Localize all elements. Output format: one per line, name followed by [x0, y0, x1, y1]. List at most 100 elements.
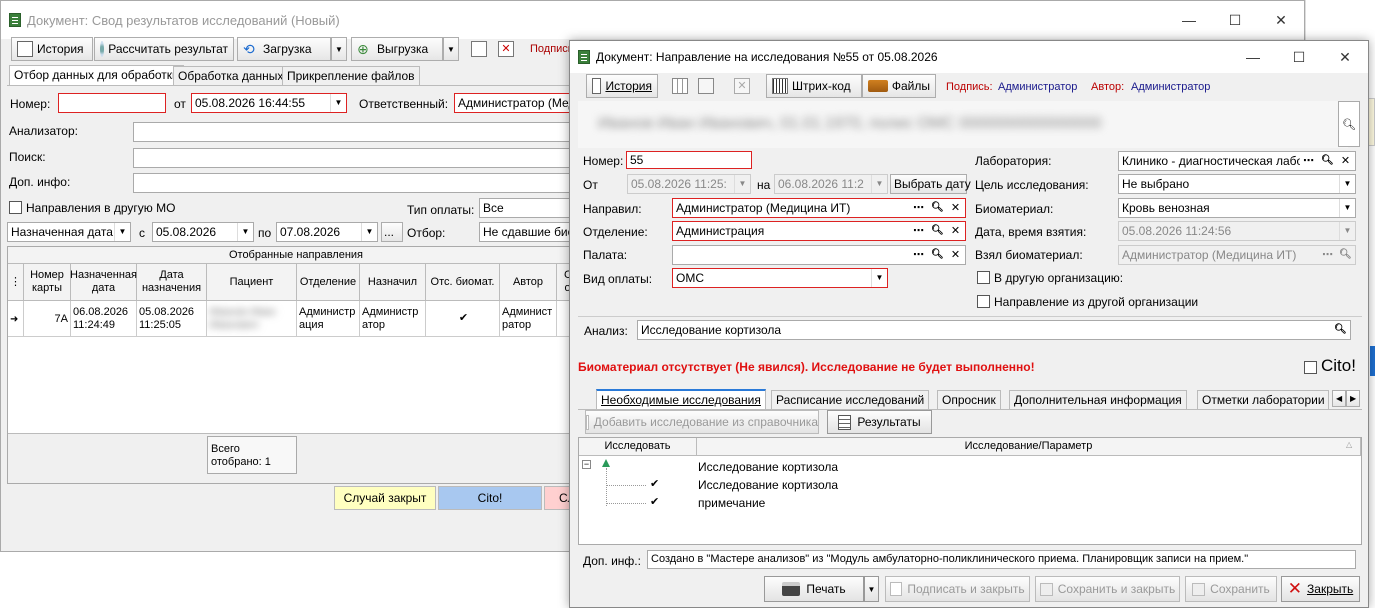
- tab-required-studies[interactable]: Необходимые исследования: [596, 389, 766, 410]
- search-icon[interactable]: 🔍︎: [929, 200, 946, 216]
- tab-additional-info[interactable]: Дополнительная информация: [1009, 390, 1187, 410]
- tree-header-check[interactable]: Исследовать: [579, 438, 697, 456]
- date-from-input[interactable]: 05.08.2026 ▼: [152, 222, 254, 242]
- tabs-scroll-right[interactable]: ▶: [1346, 390, 1360, 407]
- grid-header-appointed[interactable]: Дата назначения: [137, 264, 207, 301]
- analyzer-input[interactable]: [133, 122, 585, 142]
- grid-header-no-biomat[interactable]: Отс. биомат.: [426, 264, 500, 301]
- from-org-checkbox[interactable]: [977, 295, 990, 308]
- minimize-icon[interactable]: —: [1166, 1, 1212, 39]
- list-check-icon[interactable]: [471, 41, 487, 57]
- chevron-down-icon[interactable]: ▼: [237, 223, 253, 241]
- tab-file-attach[interactable]: Прикрепление файлов: [282, 66, 420, 86]
- grid-cell-assigned[interactable]: 06.08.2026 11:24:49: [71, 301, 137, 337]
- grid-icon[interactable]: [672, 78, 688, 94]
- grid-cell-no-biomat[interactable]: ✔: [426, 301, 500, 337]
- dialog-number-input[interactable]: 55: [626, 151, 752, 169]
- department-input[interactable]: Администрация ⋯ 🔍︎ ✕: [672, 221, 966, 241]
- chevron-down-icon[interactable]: ▼: [1339, 199, 1355, 217]
- grid-header-department[interactable]: Отделение: [297, 264, 360, 301]
- study-checkbox-check-icon[interactable]: ✔: [650, 477, 659, 490]
- other-org-checkbox[interactable]: [977, 271, 990, 284]
- files-button[interactable]: Файлы: [862, 74, 936, 98]
- print-button[interactable]: Печать: [764, 576, 864, 602]
- grid-cell-appointed[interactable]: 05.08.2026 11:25:05: [137, 301, 207, 337]
- history-button[interactable]: История: [11, 37, 93, 61]
- dialog-history-button[interactable]: История: [586, 74, 658, 98]
- close-icon[interactable]: ✕: [1322, 41, 1368, 73]
- period-picker-button[interactable]: ...: [381, 222, 403, 242]
- results-button[interactable]: Результаты: [827, 410, 932, 434]
- table-row[interactable]: ➜: [8, 301, 24, 337]
- tree-collapse-icon[interactable]: −: [582, 460, 591, 469]
- tab-schedule[interactable]: Расписание исследований: [771, 390, 930, 410]
- tree-row-study[interactable]: Исследование кортизола: [698, 477, 838, 493]
- date-to-input[interactable]: 07.08.2026 ▼: [276, 222, 378, 242]
- calculate-result-button[interactable]: Рассчитать результат: [94, 37, 234, 61]
- search-input[interactable]: [133, 148, 585, 168]
- grid-cell-card[interactable]: 7А: [24, 301, 71, 337]
- tab-data-processing[interactable]: Обработка данных: [173, 66, 289, 86]
- chevron-down-icon[interactable]: ▼: [330, 94, 346, 112]
- ward-input[interactable]: ⋯ 🔍︎ ✕: [672, 245, 966, 265]
- number-input[interactable]: [58, 93, 166, 113]
- other-mo-checkbox[interactable]: [9, 201, 22, 214]
- ellipsis-icon[interactable]: ⋯: [910, 247, 927, 263]
- search-icon[interactable]: 🔍︎: [929, 223, 946, 239]
- grid-header-doctor[interactable]: Назначил: [360, 264, 426, 301]
- clear-icon[interactable]: ✕: [947, 200, 964, 216]
- tab-questionnaire[interactable]: Опросник: [937, 390, 1001, 410]
- list-cross-icon[interactable]: ✕: [498, 41, 514, 57]
- patient-search-button[interactable]: 🔍︎: [1338, 101, 1360, 147]
- no-biomat-checkbox[interactable]: ✔: [457, 313, 470, 326]
- date-type-select[interactable]: Назначенная дата ▼: [7, 222, 131, 242]
- tree-row-note[interactable]: примечание: [698, 495, 765, 511]
- ellipsis-icon[interactable]: ⋯: [1300, 153, 1317, 169]
- list-cross-icon[interactable]: ✕: [734, 78, 750, 94]
- chevron-down-icon[interactable]: ▼: [361, 223, 377, 241]
- extra-info-input[interactable]: [133, 173, 585, 193]
- load-dropdown[interactable]: ▼: [331, 37, 347, 61]
- grid-cell-patient[interactable]: Иванов Иван Иванович: [207, 301, 297, 337]
- grid-cell-author[interactable]: Администратор: [500, 301, 557, 337]
- search-icon[interactable]: 🔍︎: [1319, 153, 1336, 169]
- analysis-input[interactable]: Исследование кортизола 🔍︎: [637, 320, 1351, 340]
- dialog-extra-input[interactable]: Создано в "Мастере анализов" из "Модуль …: [647, 550, 1356, 569]
- cito-checkbox[interactable]: [1304, 361, 1317, 374]
- close-button[interactable]: ✕ Закрыть: [1281, 576, 1360, 602]
- unload-dropdown[interactable]: ▼: [443, 37, 459, 61]
- from-date-input[interactable]: 05.08.2026 16:44:55 ▼: [191, 93, 347, 113]
- list-check-icon[interactable]: [698, 78, 714, 94]
- tab-data-selection[interactable]: Отбор данных для обработки: [9, 65, 184, 86]
- print-dropdown[interactable]: ▼: [864, 576, 879, 602]
- grid-cell-doctor[interactable]: Администратор: [360, 301, 426, 337]
- chevron-down-icon[interactable]: ▼: [871, 269, 887, 287]
- grid-cell-department[interactable]: Администрация: [297, 301, 360, 337]
- ellipsis-icon[interactable]: ⋯: [910, 223, 927, 239]
- barcode-button[interactable]: Штрих-код: [766, 74, 862, 98]
- chevron-down-icon[interactable]: ▼: [1339, 175, 1355, 193]
- goal-select[interactable]: Не выбрано ▼: [1118, 174, 1356, 194]
- grid-header-card[interactable]: Номер карты: [24, 264, 71, 301]
- close-icon[interactable]: ✕: [1258, 1, 1304, 39]
- responsible-input[interactable]: Администратор (Медицина ИТ): [454, 93, 584, 113]
- biomaterial-select[interactable]: Кровь венозная ▼: [1118, 198, 1356, 218]
- pick-date-button[interactable]: Выбрать дату: [890, 174, 971, 194]
- search-icon[interactable]: 🔍︎: [1332, 322, 1349, 338]
- unload-button[interactable]: ⊕ Выгрузка: [351, 37, 443, 61]
- tree-row-parent[interactable]: Исследование кортизола: [698, 459, 838, 475]
- sent-by-input[interactable]: Администратор (Медицина ИТ) ⋯ 🔍︎ ✕: [672, 198, 966, 218]
- grid-header-patient[interactable]: Пациент: [207, 264, 297, 301]
- lab-input[interactable]: Клинико - диагностическая лабо ⋯ 🔍︎ ✕: [1118, 151, 1356, 171]
- tabs-scroll-left[interactable]: ◀: [1332, 390, 1346, 407]
- payment-kind-select[interactable]: ОМС ▼: [672, 268, 888, 288]
- minimize-icon[interactable]: —: [1230, 41, 1276, 73]
- tab-lab-marks[interactable]: Отметки лаборатории: [1197, 390, 1329, 410]
- note-checkbox-check-icon[interactable]: ✔: [650, 495, 659, 508]
- clear-icon[interactable]: ✕: [947, 223, 964, 239]
- ellipsis-icon[interactable]: ⋯: [910, 200, 927, 216]
- search-icon[interactable]: 🔍︎: [929, 247, 946, 263]
- tree-header-parameter[interactable]: Исследование/Параметр: [697, 438, 1361, 456]
- clear-icon[interactable]: ✕: [1337, 153, 1354, 169]
- grid-header-assigned[interactable]: Назначенная дата: [70, 264, 137, 301]
